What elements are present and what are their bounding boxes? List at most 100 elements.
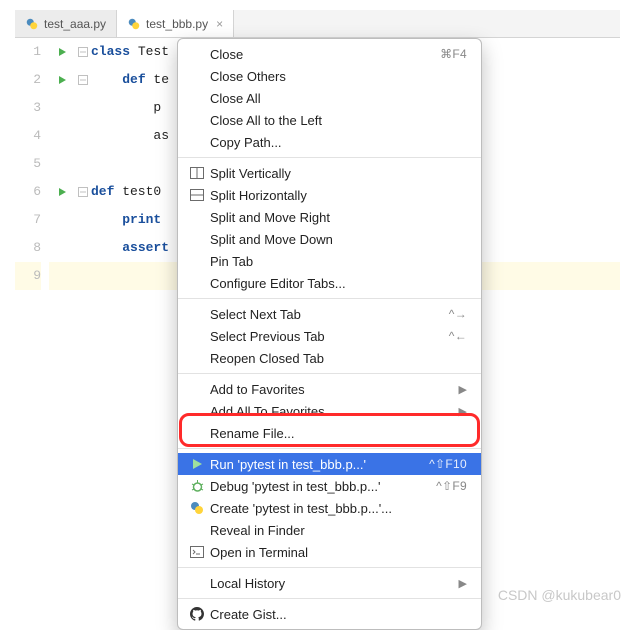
menu-item[interactable]: Close⌘F4 <box>178 43 481 65</box>
menu-item[interactable]: Reopen Closed Tab <box>178 347 481 369</box>
menu-item[interactable]: Close Others <box>178 65 481 87</box>
tab-label: test_aaa.py <box>44 17 106 31</box>
menu-item-label: Select Previous Tab <box>210 329 449 344</box>
run-icon <box>188 458 206 470</box>
menu-item-label: Run 'pytest in test_bbb.p...' <box>210 457 429 472</box>
fold-marker <box>75 122 91 150</box>
fold-marker[interactable] <box>75 178 91 206</box>
fold-marker <box>75 234 91 262</box>
run-gutter <box>49 38 75 575</box>
fold-marker <box>75 150 91 178</box>
line-number: 9 <box>15 262 41 290</box>
menu-item-label: Split and Move Right <box>210 210 467 225</box>
menu-item-label: Close All to the Left <box>210 113 467 128</box>
menu-item-label: Close Others <box>210 69 467 84</box>
fold-marker <box>75 206 91 234</box>
line-number: 4 <box>15 122 41 150</box>
menu-item[interactable]: Split Horizontally <box>178 184 481 206</box>
menu-item-label: Open in Terminal <box>210 545 467 560</box>
play-icon <box>59 188 66 196</box>
tab-test-aaa[interactable]: test_aaa.py <box>15 10 117 37</box>
py-icon <box>188 501 206 515</box>
menu-item[interactable]: Reveal in Finder <box>178 519 481 541</box>
menu-separator <box>178 598 481 599</box>
run-line-marker <box>49 234 75 262</box>
close-icon[interactable]: × <box>216 17 223 31</box>
menu-separator <box>178 157 481 158</box>
line-number: 5 <box>15 150 41 178</box>
menu-item[interactable]: Create 'pytest in test_bbb.p...'... <box>178 497 481 519</box>
run-line-marker <box>49 150 75 178</box>
tab-test-bbb[interactable]: test_bbb.py × <box>117 10 234 37</box>
menu-item[interactable]: Open in Terminal <box>178 541 481 563</box>
menu-item-shortcut: ^← <box>449 329 467 343</box>
menu-item-label: Split Vertically <box>210 166 467 181</box>
watermark: CSDN @kukubear0 <box>498 587 621 603</box>
menu-item[interactable]: Run 'pytest in test_bbb.p...'^⇧F10 <box>178 453 481 475</box>
menu-item-label: Select Next Tab <box>210 307 449 322</box>
menu-item-shortcut: ^⇧F9 <box>436 479 467 493</box>
fold-marker[interactable] <box>75 66 91 94</box>
menu-item[interactable]: Split and Move Right <box>178 206 481 228</box>
menu-item[interactable]: Close All <box>178 87 481 109</box>
line-number: 7 <box>15 206 41 234</box>
menu-item-label: Add to Favorites <box>210 382 453 397</box>
line-number: 3 <box>15 94 41 122</box>
line-number: 8 <box>15 234 41 262</box>
menu-separator <box>178 373 481 374</box>
line-number: 2 <box>15 66 41 94</box>
terminal-icon <box>188 546 206 558</box>
menu-item[interactable]: Create Gist... <box>178 603 481 625</box>
menu-item-label: Add All To Favorites <box>210 404 453 419</box>
submenu-arrow-icon: ▶ <box>459 383 467 396</box>
play-icon <box>59 48 66 56</box>
line-number: 1 <box>15 38 41 66</box>
menu-item-shortcut: ⌘F4 <box>440 47 467 61</box>
run-line-marker <box>49 94 75 122</box>
menu-item-label: Create 'pytest in test_bbb.p...'... <box>210 501 467 516</box>
editor-tabs: test_aaa.py test_bbb.py × <box>15 10 620 38</box>
line-number-gutter: 123456789 <box>15 38 49 575</box>
menu-item[interactable]: Pin Tab <box>178 250 481 272</box>
tab-label: test_bbb.py <box>146 17 208 31</box>
menu-item-label: Reveal in Finder <box>210 523 467 538</box>
menu-item-shortcut: ^⇧F10 <box>429 457 467 471</box>
menu-item-label: Close <box>210 47 440 62</box>
run-line-marker[interactable] <box>49 178 75 206</box>
menu-item-label: Split Horizontally <box>210 188 467 203</box>
submenu-arrow-icon: ▶ <box>459 405 467 418</box>
menu-item[interactable]: Split and Move Down <box>178 228 481 250</box>
menu-item[interactable]: Configure Editor Tabs... <box>178 272 481 294</box>
submenu-arrow-icon: ▶ <box>459 577 467 590</box>
context-menu: Close⌘F4 Close Others Close All Close All t… <box>177 38 482 630</box>
menu-item[interactable]: Copy Path... <box>178 131 481 153</box>
fold-marker <box>75 262 91 290</box>
menu-item-label: Copy Path... <box>210 135 467 150</box>
menu-item-label: Rename File... <box>210 426 467 441</box>
line-number: 6 <box>15 178 41 206</box>
menu-item[interactable]: Local History ▶ <box>178 572 481 594</box>
menu-item[interactable]: Split Vertically <box>178 162 481 184</box>
menu-item[interactable]: Select Previous Tab^← <box>178 325 481 347</box>
menu-item-label: Split and Move Down <box>210 232 467 247</box>
menu-item-label: Close All <box>210 91 467 106</box>
menu-item[interactable]: Debug 'pytest in test_bbb.p...'^⇧F9 <box>178 475 481 497</box>
menu-item-label: Local History <box>210 576 453 591</box>
menu-item-shortcut: ^→ <box>449 307 467 321</box>
menu-separator <box>178 448 481 449</box>
menu-item[interactable]: Add All To Favorites ▶ <box>178 400 481 422</box>
run-line-marker[interactable] <box>49 66 75 94</box>
menu-item-label: Configure Editor Tabs... <box>210 276 467 291</box>
menu-item[interactable]: Rename File... <box>178 422 481 444</box>
menu-item-label: Debug 'pytest in test_bbb.p...' <box>210 479 436 494</box>
fold-marker[interactable] <box>75 38 91 66</box>
run-line-marker[interactable] <box>49 38 75 66</box>
run-line-marker <box>49 262 75 290</box>
fold-marker <box>75 94 91 122</box>
menu-item[interactable]: Close All to the Left <box>178 109 481 131</box>
menu-item[interactable]: Add to Favorites ▶ <box>178 378 481 400</box>
menu-item-label: Pin Tab <box>210 254 467 269</box>
menu-item[interactable]: Select Next Tab^→ <box>178 303 481 325</box>
github-icon <box>188 607 206 621</box>
split-v-icon <box>188 167 206 179</box>
